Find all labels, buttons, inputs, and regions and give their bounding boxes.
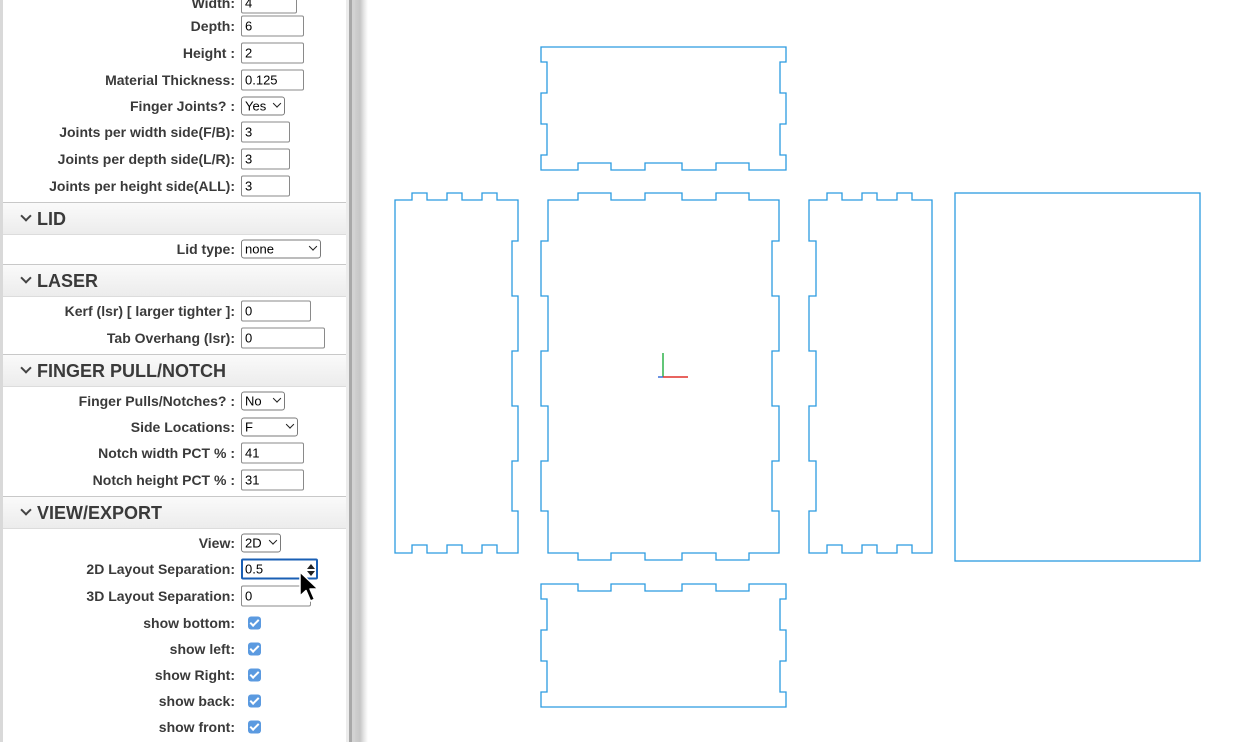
show-back-row: show back:	[3, 687, 346, 714]
side-locations-select[interactable]: F	[241, 417, 298, 436]
panel-lid	[954, 192, 1201, 562]
chevron-down-icon	[272, 393, 282, 403]
chevron-down-icon	[285, 419, 295, 429]
chevron-down-icon	[272, 98, 282, 108]
section-lid[interactable]: LID	[3, 202, 346, 235]
joints-height-row: Joints per height side(ALL):	[3, 172, 346, 199]
mouse-cursor-icon	[299, 571, 319, 602]
layout-viewport[interactable]	[368, 0, 1240, 742]
spin-up-icon[interactable]	[307, 564, 315, 569]
view-label: View:	[198, 534, 235, 551]
width-label: Width:	[191, 0, 235, 11]
show-front-checkbox[interactable]	[248, 720, 261, 733]
view-select[interactable]: 2D	[241, 533, 281, 552]
tab-overhang-input[interactable]	[241, 327, 325, 348]
finger-pulls-label: Finger Pulls/Notches? :	[78, 392, 235, 409]
layout-sep-3d-row: 3D Layout Separation:	[3, 582, 346, 609]
material-thickness-label: Material Thickness:	[105, 71, 235, 88]
chevron-down-icon	[20, 362, 32, 374]
view-row: View: 2D	[3, 529, 346, 556]
kerf-input[interactable]	[241, 300, 311, 321]
lid-type-row: Lid type: none	[3, 235, 346, 262]
section-lid-title: LID	[37, 209, 66, 229]
show-left-checkbox[interactable]	[248, 642, 261, 655]
finger-joints-row: Finger Joints? : Yes	[3, 92, 346, 119]
side-locations-label: Side Locations:	[130, 418, 235, 435]
show-back-checkbox[interactable]	[248, 694, 261, 707]
show-front-label: show front:	[158, 718, 235, 735]
section-view-export[interactable]: VIEW/EXPORT	[3, 496, 346, 529]
finger-joints-select[interactable]: Yes	[241, 96, 285, 115]
show-right-label: show Right:	[154, 666, 235, 683]
notch-width-input[interactable]	[241, 442, 304, 463]
settings-panel: Width: Depth: Height : Material Thicknes…	[0, 0, 346, 742]
chevron-down-icon	[20, 210, 32, 222]
side-locations-row: Side Locations: F	[3, 413, 346, 440]
chevron-down-icon	[268, 535, 278, 545]
depth-input[interactable]	[241, 15, 304, 36]
kerf-label: Kerf (lsr) [ larger tighter ]:	[64, 302, 235, 319]
notch-height-input[interactable]	[241, 469, 304, 490]
notch-width-row: Notch width PCT % :	[3, 439, 346, 466]
section-finger-pull[interactable]: FINGER PULL/NOTCH	[3, 354, 346, 387]
show-front-row: show front:	[3, 713, 346, 740]
show-right-checkbox[interactable]	[248, 668, 261, 681]
layout-sep-2d-label: 2D Layout Separation:	[86, 560, 235, 577]
show-right-row: show Right:	[3, 661, 346, 688]
layout-sep-2d-row: 2D Layout Separation:	[3, 555, 346, 582]
joints-depth-input[interactable]	[241, 148, 290, 169]
height-row: Height :	[3, 39, 346, 66]
joints-width-label: Joints per width side(F/B):	[59, 123, 235, 140]
tab-overhang-label: Tab Overhang (lsr):	[106, 329, 235, 346]
joints-width-row: Joints per width side(F/B):	[3, 118, 346, 145]
section-finger-pull-title: FINGER PULL/NOTCH	[37, 361, 226, 381]
show-left-label: show left:	[169, 640, 235, 657]
kerf-row: Kerf (lsr) [ larger tighter ]:	[3, 297, 346, 324]
finger-pulls-value: No	[245, 393, 262, 408]
show-bottom-row: show bottom:	[3, 609, 346, 636]
show-left-row: show left:	[3, 635, 346, 662]
panel-back	[540, 46, 787, 171]
notch-height-row: Notch height PCT % :	[3, 466, 346, 493]
lid-type-label: Lid type:	[176, 240, 235, 257]
view-value: 2D	[245, 535, 262, 550]
panel-left	[394, 192, 519, 554]
lid-type-select[interactable]: none	[241, 239, 321, 258]
lid-type-value: none	[245, 241, 274, 256]
joints-height-label: Joints per height side(ALL):	[49, 177, 235, 194]
depth-row: Depth:	[3, 12, 346, 39]
chevron-down-icon	[20, 272, 32, 284]
section-laser-title: LASER	[37, 271, 99, 291]
joints-depth-row: Joints per depth side(L/R):	[3, 145, 346, 172]
finger-pulls-select[interactable]: No	[241, 391, 285, 410]
layout-sep-3d-label: 3D Layout Separation:	[86, 587, 235, 604]
chevron-down-icon	[308, 241, 318, 251]
depth-label: Depth:	[190, 17, 235, 34]
finger-joints-label: Finger Joints? :	[130, 97, 235, 114]
height-input[interactable]	[241, 42, 304, 63]
side-locations-value: F	[245, 419, 253, 434]
chevron-down-icon	[20, 504, 32, 516]
section-laser[interactable]: LASER	[3, 264, 346, 297]
panel-splitter[interactable]	[346, 0, 368, 742]
show-bottom-checkbox[interactable]	[248, 616, 261, 629]
joints-height-input[interactable]	[241, 175, 290, 196]
show-back-label: show back:	[158, 692, 235, 709]
notch-width-label: Notch width PCT % :	[98, 444, 235, 461]
finger-joints-value: Yes	[245, 98, 267, 113]
finger-pulls-row: Finger Pulls/Notches? : No	[3, 387, 346, 414]
panel-right	[808, 192, 933, 554]
height-label: Height :	[182, 44, 235, 61]
material-thickness-input[interactable]	[241, 69, 304, 90]
joints-width-input[interactable]	[241, 121, 290, 142]
show-bottom-label: show bottom:	[143, 614, 235, 631]
section-view-export-title: VIEW/EXPORT	[37, 503, 163, 523]
joints-depth-label: Joints per depth side(L/R):	[57, 150, 235, 167]
material-thickness-row: Material Thickness:	[3, 66, 346, 93]
notch-height-label: Notch height PCT % :	[92, 471, 235, 488]
panel-front	[540, 583, 787, 708]
tab-overhang-row: Tab Overhang (lsr):	[3, 324, 346, 351]
